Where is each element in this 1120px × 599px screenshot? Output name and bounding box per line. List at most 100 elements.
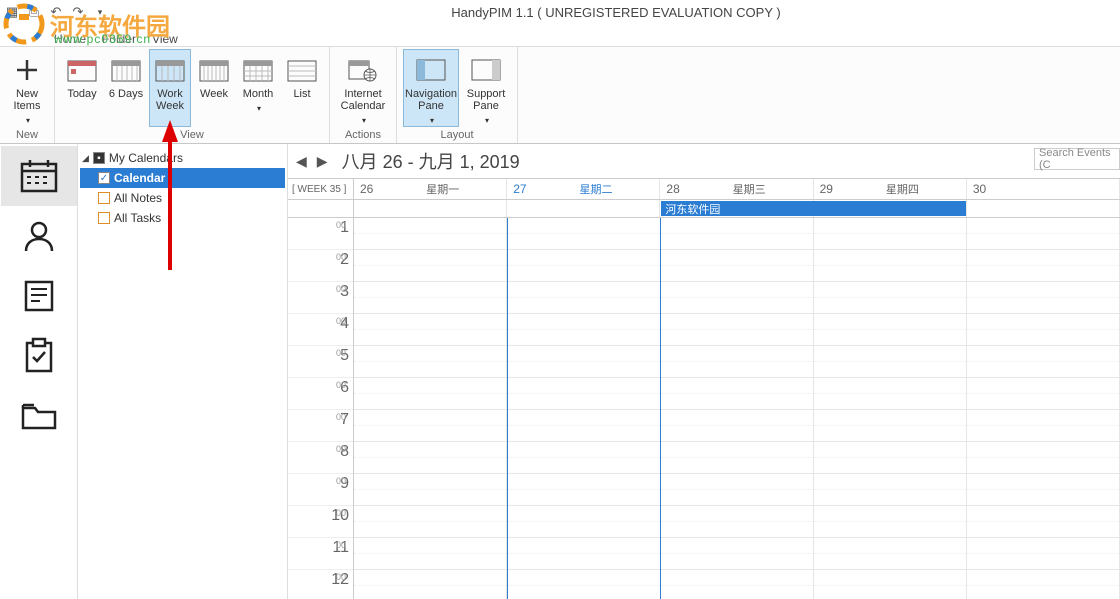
next-button[interactable]: ▶ — [315, 153, 330, 170]
group-label-actions: Actions — [345, 127, 381, 143]
search-events-input[interactable]: Search Events (C — [1034, 148, 1120, 170]
allday-slot[interactable] — [967, 200, 1120, 217]
prev-button[interactable]: ◀ — [294, 153, 309, 170]
day-number: 30 — [967, 182, 992, 196]
grid-column[interactable]: 000000000000000000000000 — [354, 218, 507, 599]
day-header[interactable]: 30 — [967, 179, 1120, 199]
dropdown-icon — [255, 102, 261, 114]
minute-label: 00 — [336, 412, 346, 422]
navigation-pane-button[interactable]: Navigation Pane — [403, 49, 459, 127]
month-icon — [242, 54, 274, 86]
group-label-view: View — [180, 127, 204, 143]
tab-home[interactable]: Home — [54, 32, 86, 46]
day-header[interactable]: 29星期四 — [814, 179, 967, 199]
qat-dropdown-icon[interactable]: ▾ — [92, 4, 108, 20]
date-range: 八月 26 - 九月 1, 2019 — [342, 148, 520, 174]
day-header-row: [ WEEK 35 ] 26星期一27星期二28星期三29星期四30 — [288, 178, 1120, 200]
day-header[interactable]: 26星期一 — [354, 179, 507, 199]
six-days-button[interactable]: 6 Days — [105, 49, 147, 127]
allday-slot[interactable] — [814, 200, 967, 217]
day-number: 29 — [814, 182, 839, 196]
group-label-new: New — [16, 127, 38, 143]
tree-item-label: All Tasks — [114, 211, 161, 225]
window-title: HandyPIM 1.1 ( UNREGISTERED EVALUATION C… — [112, 5, 1120, 20]
minute-label: 00 — [336, 348, 346, 358]
group-label-layout: Layout — [440, 127, 473, 143]
qat-redo-icon[interactable]: ↷ — [70, 4, 86, 20]
day-header[interactable]: 28星期三 — [660, 179, 813, 199]
dropdown-icon — [428, 114, 434, 126]
work-week-icon — [154, 54, 186, 86]
title-bar: ▦ ⎙ ↶ ↷ ▾ HandyPIM 1.1 ( UNREGISTERED EV… — [0, 0, 1120, 24]
day-name: 星期三 — [686, 181, 813, 197]
grid-columns: 000000000000000000000000 — [354, 218, 1120, 599]
grid-column[interactable] — [814, 218, 967, 599]
checkbox[interactable]: ✓ — [98, 172, 110, 184]
grid-column[interactable] — [661, 218, 814, 599]
folder-tree: ◢ ▪ My Calendars ✓ Calendar All Notes All T… — [78, 144, 288, 599]
work-week-button[interactable]: Work Week — [149, 49, 191, 127]
new-items-button[interactable]: New Items — [6, 49, 48, 127]
today-icon — [66, 54, 98, 86]
week-icon — [198, 54, 230, 86]
tree-root-label: My Calendars — [109, 151, 183, 165]
nav-folders[interactable] — [1, 386, 77, 446]
six-days-icon — [110, 54, 142, 86]
internet-calendar-icon — [347, 54, 379, 86]
support-pane-button[interactable]: Support Pane — [461, 49, 511, 127]
month-button[interactable]: Month — [237, 49, 279, 127]
grid-column[interactable] — [507, 218, 661, 599]
tab-view[interactable]: View — [152, 32, 178, 46]
ribbon-group-layout: Navigation Pane Support Pane Layout — [397, 47, 518, 143]
nav-calendar[interactable] — [1, 146, 77, 206]
tree-item-label: Calendar — [114, 171, 165, 185]
minute-label: 00 — [336, 444, 346, 454]
grid-column[interactable] — [967, 218, 1120, 599]
today-button[interactable]: Today — [61, 49, 103, 127]
tree-item[interactable]: ✓ Calendar — [80, 168, 285, 188]
internet-calendar-button[interactable]: Internet Calendar — [336, 49, 390, 127]
qat-undo-icon[interactable]: ↶ — [48, 4, 64, 20]
qat-print-icon[interactable]: ⎙ — [26, 4, 42, 20]
minute-label: 00 — [336, 252, 346, 262]
day-number: 27 — [507, 182, 532, 196]
collapse-icon[interactable]: ◢ — [82, 153, 89, 164]
nav-tasks[interactable] — [1, 326, 77, 386]
allday-slot[interactable] — [507, 200, 660, 217]
day-name: 星期四 — [839, 181, 966, 197]
checkbox[interactable]: ▪ — [93, 152, 105, 164]
main-area: ◢ ▪ My Calendars ✓ Calendar All Notes All T… — [0, 144, 1120, 599]
checkbox[interactable] — [98, 212, 110, 224]
tab-folder[interactable]: Folder — [102, 32, 136, 46]
minute-label: 00 — [336, 220, 346, 230]
day-name: 星期二 — [533, 181, 660, 197]
ribbon-group-new: New Items New — [0, 47, 55, 143]
list-icon — [286, 54, 318, 86]
week-button[interactable]: Week — [193, 49, 235, 127]
day-header[interactable]: 27星期二 — [507, 179, 660, 199]
nav-contacts[interactable] — [1, 206, 77, 266]
minute-label: 00 — [336, 316, 346, 326]
allday-slot[interactable] — [354, 200, 507, 217]
time-grid: 123456789101112 000000000000000000000000 — [288, 218, 1120, 599]
day-number: 26 — [354, 182, 379, 196]
minute-label: 00 — [336, 540, 346, 550]
quick-access-toolbar: ▦ ⎙ ↶ ↷ ▾ — [0, 4, 112, 20]
tree-root[interactable]: ◢ ▪ My Calendars — [80, 148, 285, 168]
qat-save-icon[interactable]: ▦ — [4, 4, 20, 20]
minute-label: 00 — [336, 284, 346, 294]
plus-icon — [11, 54, 43, 86]
list-button[interactable]: List — [281, 49, 323, 127]
nav-notes[interactable] — [1, 266, 77, 326]
ribbon-group-actions: Internet Calendar Actions — [330, 47, 397, 143]
minute-label: 00 — [336, 380, 346, 390]
dropdown-icon — [24, 114, 30, 126]
ribbon-tabs: Home Folder View — [0, 24, 1120, 46]
checkbox[interactable] — [98, 192, 110, 204]
tree-item[interactable]: All Tasks — [80, 208, 285, 228]
dropdown-icon — [483, 114, 489, 126]
minute-label: 00 — [336, 476, 346, 486]
week-label: [ WEEK 35 ] — [288, 179, 354, 199]
allday-slot[interactable]: 河东软件园 — [660, 200, 813, 217]
tree-item[interactable]: All Notes — [80, 188, 285, 208]
